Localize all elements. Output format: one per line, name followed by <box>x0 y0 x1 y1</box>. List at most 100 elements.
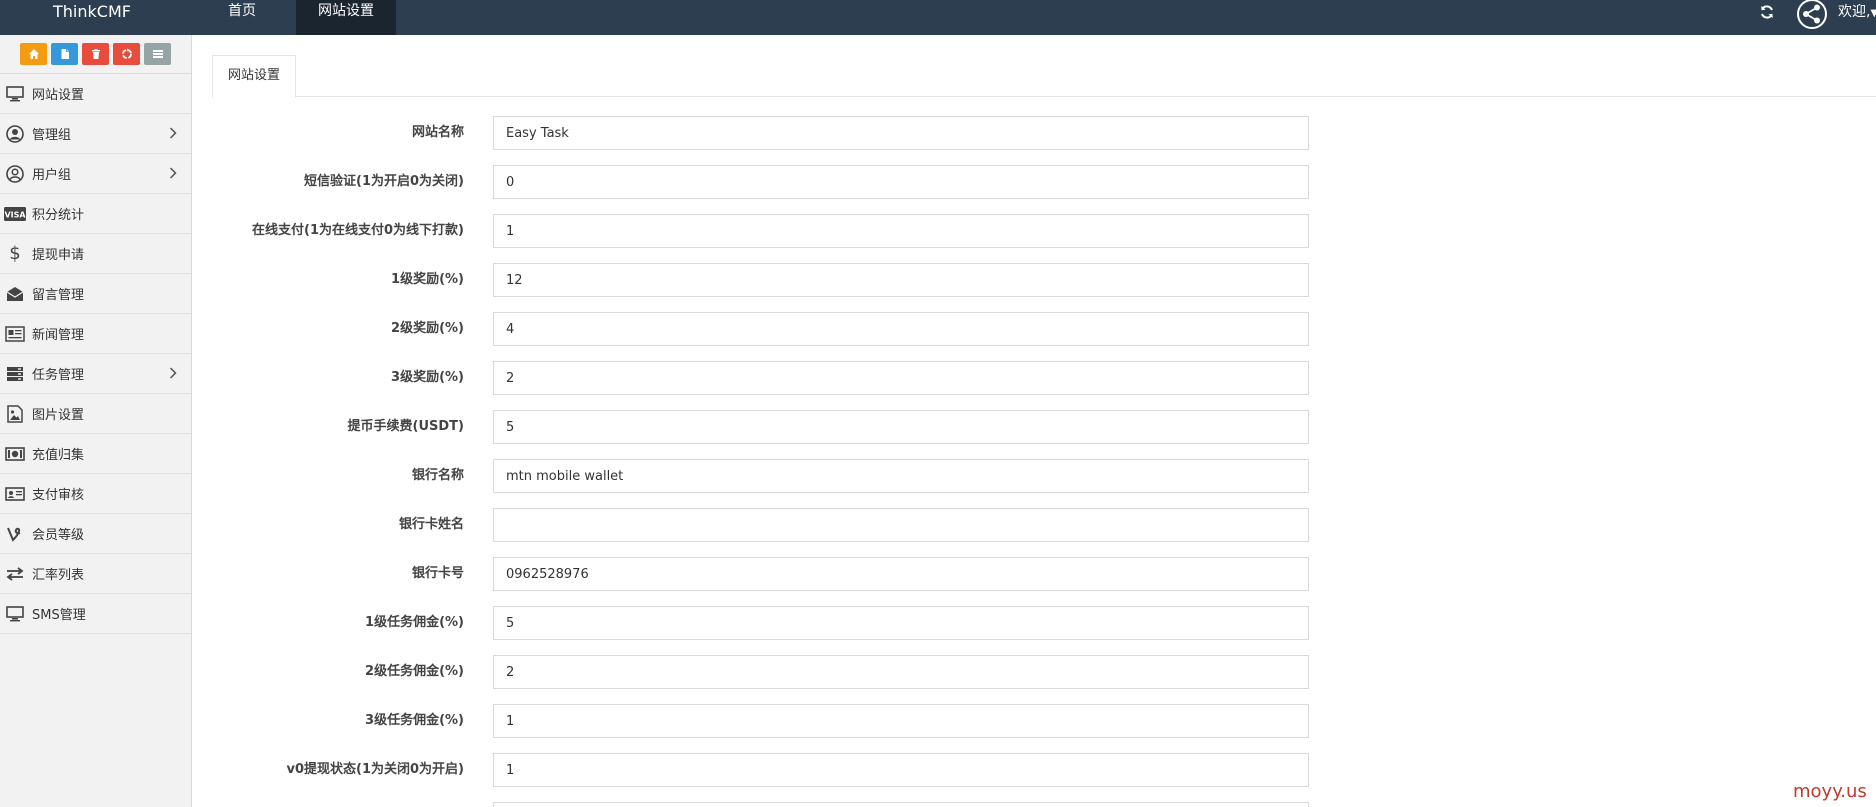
refresh-icon[interactable] <box>1752 0 1782 24</box>
field-label: 3级奖励(%) <box>391 370 464 385</box>
field-label: 1级任务佣金(%) <box>365 615 464 630</box>
image-icon <box>4 403 26 425</box>
form-row-bank-name: 银行名称 <box>192 459 1592 493</box>
tab-bar: 网站设置 <box>212 55 1876 98</box>
sidebar-item-withdrawal[interactable]: $ 提现申请 <box>0 234 191 274</box>
field-label: 1级奖励(%) <box>391 272 464 287</box>
sidebar-item-payment-review[interactable]: 支付审核 <box>0 474 191 514</box>
online-pay-input[interactable] <box>493 214 1309 248</box>
field-label: 3级任务佣金(%) <box>365 713 464 728</box>
v0-withdraw-status-input[interactable] <box>493 753 1309 787</box>
shortcut-bar <box>0 35 191 74</box>
sidebar-item-user-group[interactable]: 用户组 <box>0 154 191 194</box>
bank-name-input[interactable] <box>493 459 1309 493</box>
form-row-site-name: 网站名称 <box>192 116 1592 150</box>
sidebar-item-label: 任务管理 <box>32 368 85 383</box>
main-content: 网站设置 网站名称 短信验证(1为开启0为关闭) 在线支付(1为在线支付0为线下… <box>192 35 1876 807</box>
nav-site-settings[interactable]: 网站设置 <box>296 0 396 35</box>
field-label: 提币手续费(USDT) <box>347 419 464 434</box>
watermark-text: moyy.us <box>1793 781 1867 802</box>
field-label: 在线支付(1为在线支付0为线下打款) <box>252 223 464 238</box>
sidebar: 网站设置 管理组 用户组 VISA 积分统计 $ 提现申请 留言管理 新闻管理 … <box>0 35 192 807</box>
user-outline-icon <box>4 163 26 185</box>
nav-home[interactable]: 首页 <box>208 0 276 35</box>
tab-site-settings[interactable]: 网站设置 <box>212 55 297 98</box>
sidebar-item-label: 新闻管理 <box>32 328 85 343</box>
recycle-icon <box>121 48 132 59</box>
dollar-icon: $ <box>9 243 21 264</box>
sidebar-item-sms[interactable]: SMS管理 <box>0 594 191 634</box>
exchange-icon <box>4 563 26 585</box>
field-label: 银行名称 <box>411 468 464 483</box>
level1-commission-input[interactable] <box>493 606 1309 640</box>
sidebar-item-messages[interactable]: 留言管理 <box>0 274 191 314</box>
field-label: 短信验证(1为开启0为关闭) <box>304 174 464 189</box>
form-row-withdraw-fee: 提币手续费(USDT) <box>192 410 1592 444</box>
sidebar-item-label: 网站设置 <box>32 88 85 103</box>
user-circle-icon <box>4 123 26 145</box>
level3-commission-input[interactable] <box>493 704 1309 738</box>
trash-shortcut-button[interactable] <box>82 43 109 65</box>
sidebar-item-recharge[interactable]: 充值归集 <box>0 434 191 474</box>
sidebar-item-label: 用户组 <box>32 168 72 183</box>
form-row-level3-commission: 3级任务佣金(%) <box>192 704 1592 738</box>
home-icon <box>28 49 39 59</box>
list-icon <box>152 50 163 58</box>
sidebar-item-exchange-rates[interactable]: 汇率列表 <box>0 554 191 594</box>
recycle-shortcut-button[interactable] <box>113 43 140 65</box>
sms-verify-input[interactable] <box>493 165 1309 199</box>
level1-reward-input[interactable] <box>493 263 1309 297</box>
sidebar-item-points-stats[interactable]: VISA 积分统计 <box>0 194 191 234</box>
brand-logo[interactable]: ThinkCMF <box>0 0 184 35</box>
chevron-right-icon <box>169 167 177 183</box>
money-icon <box>4 443 26 465</box>
sidebar-item-label: SMS管理 <box>32 608 86 623</box>
sidebar-item-member-level[interactable]: 会员等级 <box>0 514 191 554</box>
level2-reward-input[interactable] <box>493 312 1309 346</box>
withdraw-fee-input[interactable] <box>493 410 1309 444</box>
form-row-level2-reward: 2级奖励(%) <box>192 312 1592 346</box>
id-card-icon <box>4 483 26 505</box>
sidebar-item-label: 管理组 <box>32 128 72 143</box>
envelope-icon <box>4 283 26 305</box>
level3-reward-input[interactable] <box>493 361 1309 395</box>
form-row-card-number: 银行卡号 <box>192 557 1592 591</box>
chevron-right-icon <box>169 367 177 383</box>
form-row-level3-reward: 3级奖励(%) <box>192 361 1592 395</box>
sidebar-item-image-settings[interactable]: 图片设置 <box>0 394 191 434</box>
form-row-card-holder: 银行卡姓名 <box>192 508 1592 542</box>
chevron-right-icon <box>169 127 177 143</box>
welcome-label: 欢迎, <box>1838 4 1871 20</box>
field-label: 2级奖励(%) <box>391 321 464 336</box>
form-row-level2-commission: 2级任务佣金(%) <box>192 655 1592 689</box>
partial-input[interactable] <box>493 802 1309 807</box>
card-holder-input[interactable] <box>493 508 1309 542</box>
sidebar-item-label: 会员等级 <box>32 528 85 543</box>
site-name-input[interactable] <box>493 116 1309 150</box>
field-label: 2级任务佣金(%) <box>365 664 464 679</box>
sidebar-item-admin-group[interactable]: 管理组 <box>0 114 191 154</box>
user-avatar-icon[interactable] <box>1796 0 1828 30</box>
form-row-level1-reward: 1级奖励(%) <box>192 263 1592 297</box>
welcome-menu[interactable]: 欢迎,▼ <box>1838 0 1876 24</box>
sidebar-item-site-settings[interactable]: 网站设置 <box>0 74 191 114</box>
sidebar-item-tasks[interactable]: 任务管理 <box>0 354 191 394</box>
file-shortcut-button[interactable] <box>51 43 78 65</box>
sidebar-item-label: 留言管理 <box>32 288 85 303</box>
top-navbar: ThinkCMF 首页 网站设置 欢迎,▼ <box>0 0 1876 35</box>
form-row-sms-verify: 短信验证(1为开启0为关闭) <box>192 165 1592 199</box>
home-shortcut-button[interactable] <box>20 43 47 65</box>
list-shortcut-button[interactable] <box>144 43 171 65</box>
vine-icon <box>4 523 26 545</box>
sidebar-item-label: 提现申请 <box>32 248 85 263</box>
level2-commission-input[interactable] <box>493 655 1309 689</box>
file-icon <box>61 49 69 59</box>
sidebar-item-label: 支付审核 <box>32 488 85 503</box>
trash-icon <box>91 49 100 59</box>
sidebar-item-news[interactable]: 新闻管理 <box>0 314 191 354</box>
card-number-input[interactable] <box>493 557 1309 591</box>
field-label: 银行卡姓名 <box>398 517 464 532</box>
monitor-icon <box>4 83 26 105</box>
sidebar-item-label: 充值归集 <box>32 448 85 463</box>
svg-text:VISA: VISA <box>4 210 26 219</box>
